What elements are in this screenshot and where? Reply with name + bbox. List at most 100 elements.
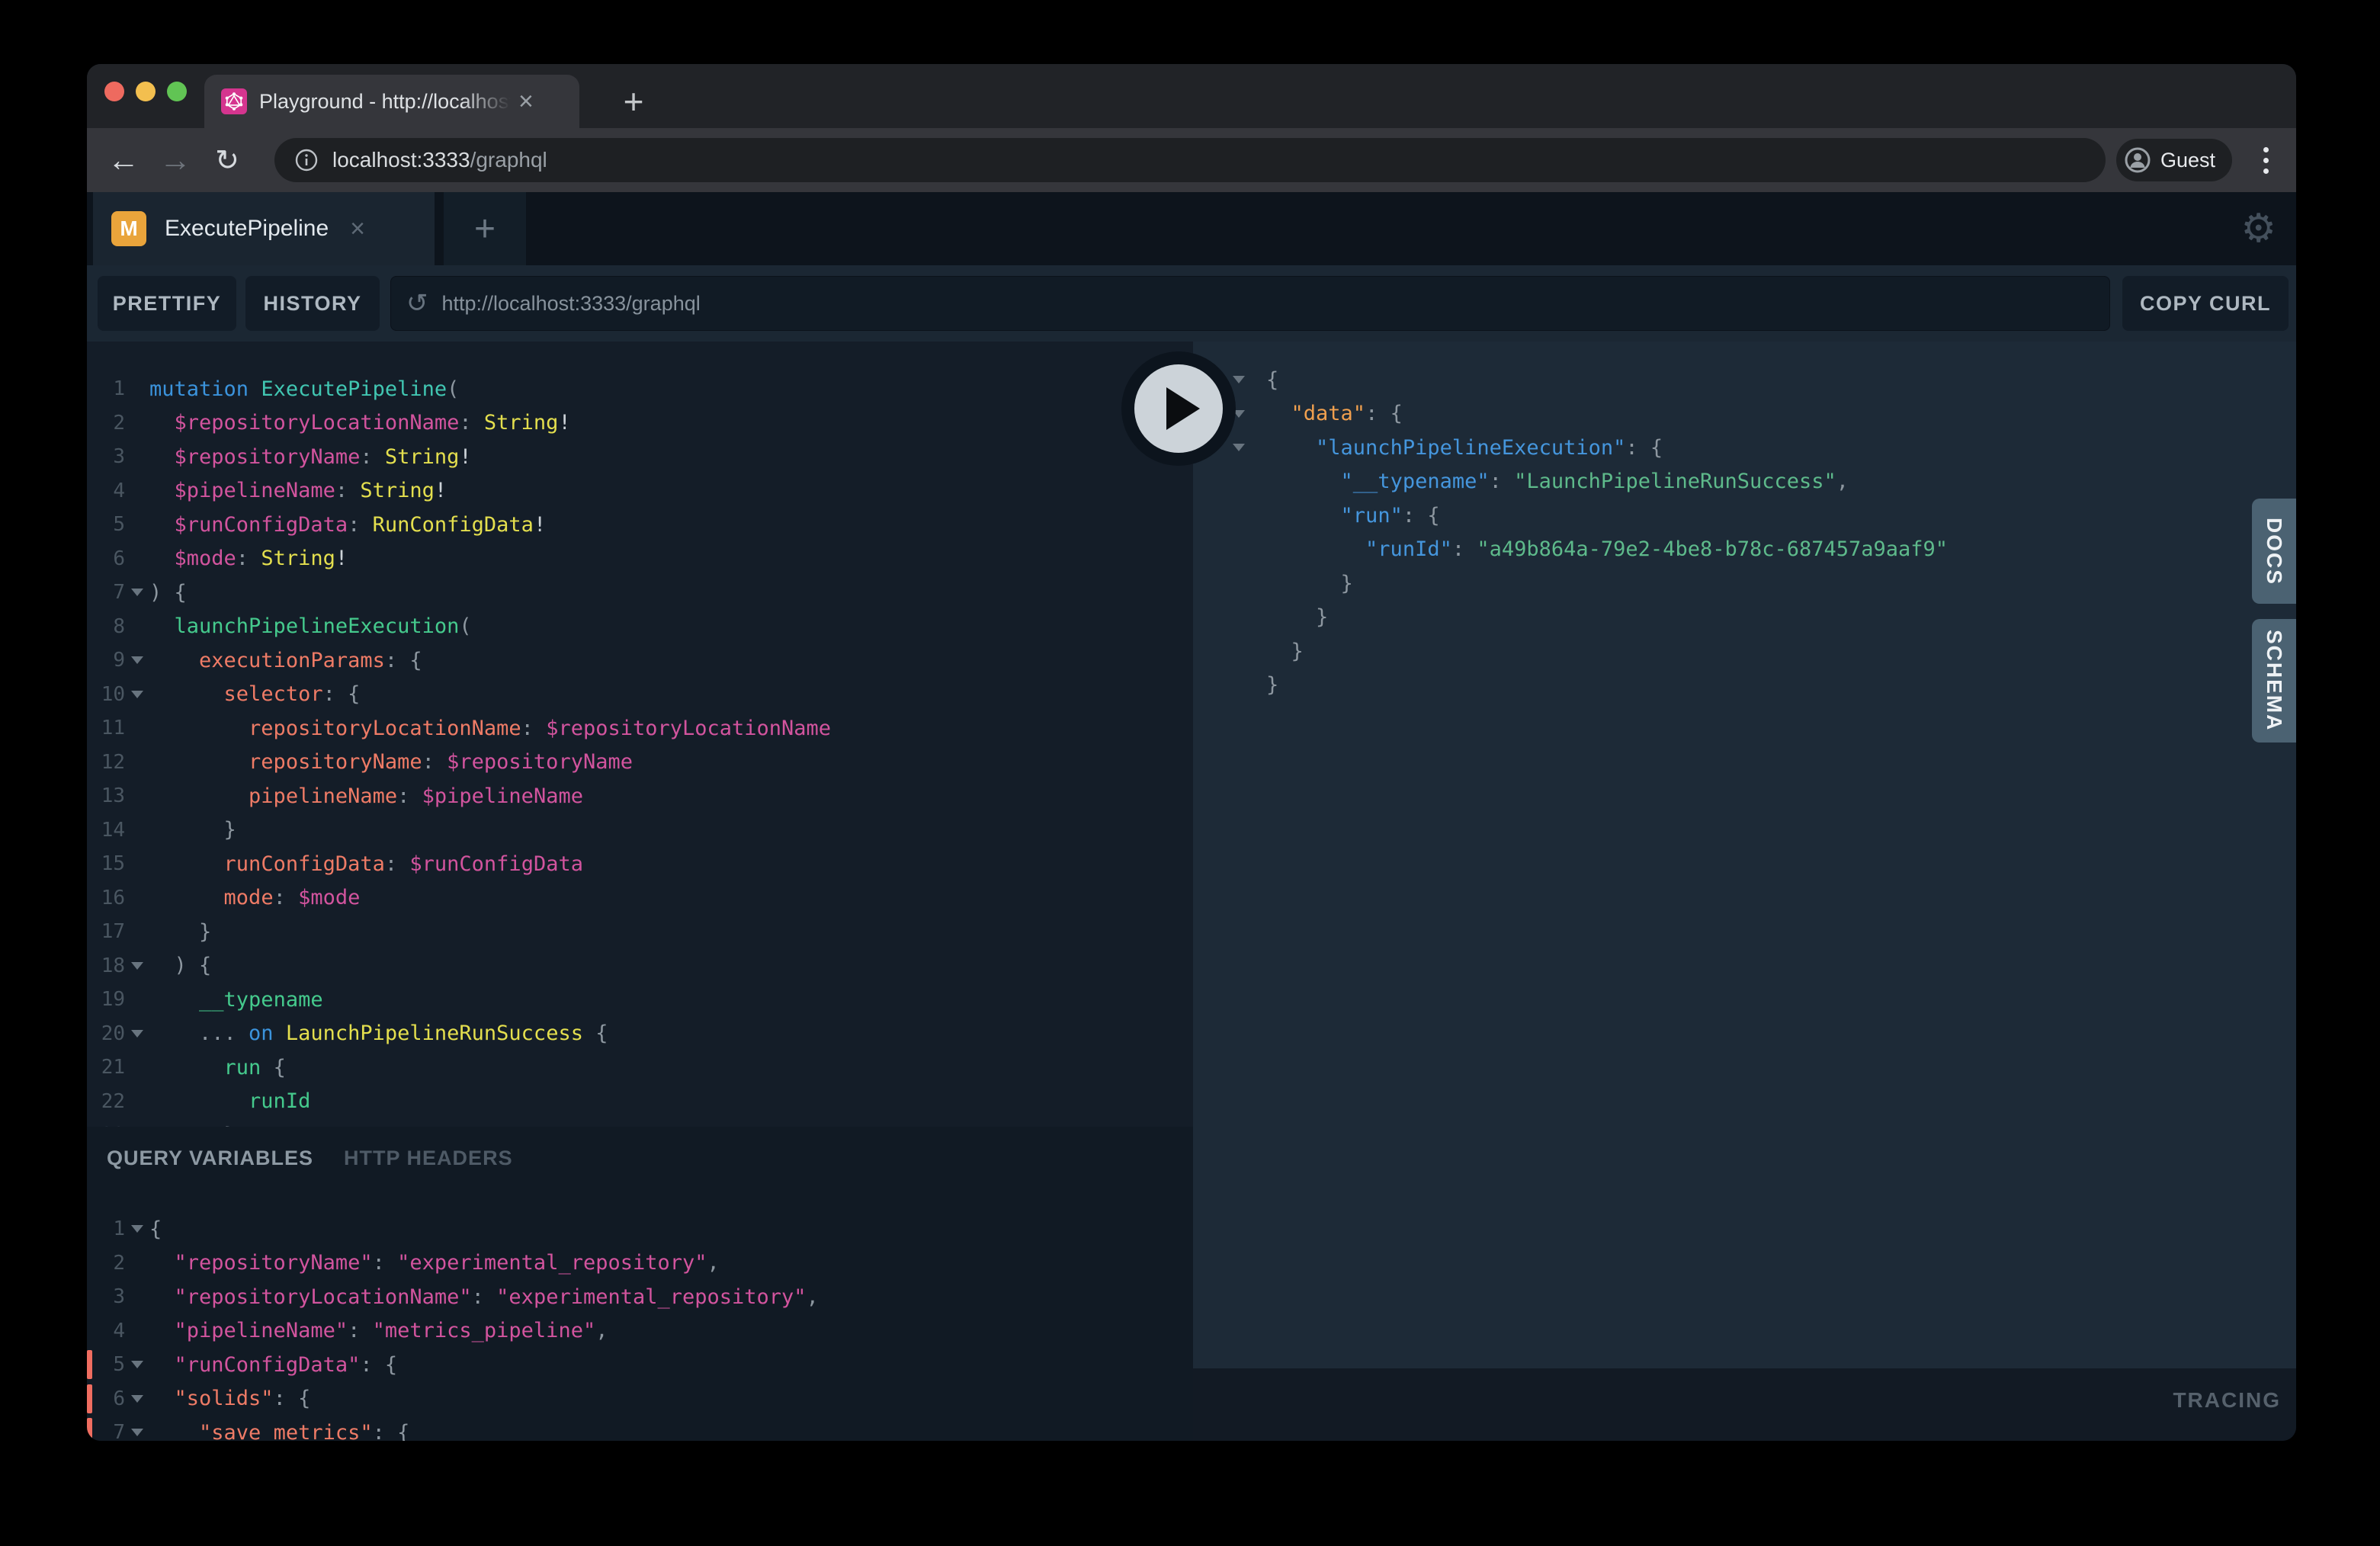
code-line[interactable]: 6 "solids": { — [87, 1382, 1193, 1416]
browser-menu-icon[interactable] — [2249, 128, 2282, 192]
code-line[interactable]: 12 repositoryName: $repositoryName — [87, 746, 1193, 780]
code-line[interactable]: 1{ — [87, 1212, 1193, 1246]
code-line[interactable]: 13 pipelineName: $pipelineName — [87, 779, 1193, 813]
code-text: repositoryLocationName: $repositoryLocat… — [149, 717, 831, 740]
code-line[interactable]: "data": { — [1193, 397, 2296, 431]
tracing-toggle[interactable]: TRACING — [2173, 1388, 2281, 1413]
browser-tab[interactable]: Playground - http://localhost:33 × — [204, 75, 579, 128]
line-number: 19 — [87, 988, 125, 1011]
fold-arrow-icon[interactable] — [131, 962, 143, 970]
playground-new-tab-button[interactable]: + — [444, 192, 526, 265]
code-line[interactable]: 2 "repositoryName": "experimental_reposi… — [87, 1246, 1193, 1281]
code-line[interactable]: 10 selector: { — [87, 678, 1193, 712]
code-line[interactable]: 1mutation ExecutePipeline( — [87, 372, 1193, 406]
site-info-icon[interactable] — [294, 148, 319, 172]
browser-toolbar: ← → ↻ localhost:3333/graphql — [87, 128, 2296, 192]
traffic-light-close-button[interactable] — [104, 82, 124, 101]
settings-gear-icon[interactable]: ⚙ — [2240, 192, 2276, 265]
fold-arrow-icon[interactable] — [131, 589, 143, 596]
code-line[interactable]: 20 ... on LaunchPipelineRunSuccess { — [87, 1017, 1193, 1051]
code-text: "repositoryLocationName": "experimental_… — [149, 1285, 819, 1309]
code-line[interactable]: "run": { — [1193, 499, 2296, 533]
code-line[interactable]: } — [1193, 601, 2296, 635]
address-bar[interactable]: localhost:3333/graphql — [274, 138, 2106, 182]
schema-side-tab[interactable]: SCHEMA — [2252, 619, 2296, 743]
code-line[interactable]: 4 $pipelineName: String! — [87, 474, 1193, 508]
code-line[interactable]: 7 "save_metrics": { — [87, 1416, 1193, 1441]
code-text: executionParams: { — [149, 649, 422, 672]
traffic-light-zoom-button[interactable] — [167, 82, 187, 101]
reload-icon[interactable]: ↻ — [206, 128, 249, 192]
query-editor[interactable]: 1mutation ExecutePipeline(2 $repositoryL… — [87, 342, 1193, 1127]
docs-side-tab[interactable]: DOCS — [2252, 499, 2296, 604]
code-text: launchPipelineExecution( — [149, 614, 472, 638]
reset-endpoint-icon[interactable]: ↺ — [406, 288, 428, 319]
code-line[interactable]: 7) { — [87, 576, 1193, 610]
fold-arrow-icon[interactable] — [131, 691, 143, 698]
fold-arrow-icon[interactable] — [1233, 376, 1245, 383]
code-line[interactable]: 11 repositoryLocationName: $repositoryLo… — [87, 711, 1193, 746]
back-icon[interactable]: ← — [102, 128, 145, 192]
code-line[interactable]: 9 executionParams: { — [87, 643, 1193, 678]
code-line[interactable]: } — [1193, 566, 2296, 601]
traffic-light-minimize-button[interactable] — [136, 82, 156, 101]
response-viewer[interactable]: { "data": { "launchPipelineExecution": {… — [1193, 342, 2296, 1368]
code-line[interactable]: } — [1193, 669, 2296, 703]
profile-name: Guest — [2160, 149, 2215, 172]
playground-tab-close-icon[interactable]: × — [350, 214, 365, 244]
code-line[interactable]: 23 } — [87, 1118, 1193, 1127]
tab-close-icon[interactable]: × — [518, 88, 534, 114]
fold-arrow-icon[interactable] — [131, 1429, 143, 1436]
code-line[interactable]: 5 "runConfigData": { — [87, 1348, 1193, 1382]
code-line[interactable]: 21 run { — [87, 1050, 1193, 1085]
code-line[interactable]: 15 runConfigData: $runConfigData — [87, 847, 1193, 881]
code-text: selector: { — [149, 682, 360, 706]
code-line[interactable]: "launchPipelineExecution": { — [1193, 431, 2296, 465]
url-host: localhost:3333 — [332, 148, 470, 172]
url-text: localhost:3333/graphql — [332, 148, 547, 172]
variables-editor[interactable]: 1{2 "repositoryName": "experimental_repo… — [87, 1212, 1193, 1441]
new-tab-button[interactable]: + — [599, 75, 668, 128]
code-line[interactable]: 4 "pipelineName": "metrics_pipeline", — [87, 1314, 1193, 1349]
code-line[interactable]: } — [1193, 634, 2296, 669]
code-text: "runId": "a49b864a-79e2-4be8-b78c-687457… — [1266, 537, 1948, 561]
code-line[interactable]: 18 ) { — [87, 949, 1193, 983]
fold-arrow-icon[interactable] — [131, 1361, 143, 1368]
line-number: 15 — [87, 852, 125, 875]
fold-arrow-icon[interactable] — [131, 1225, 143, 1233]
avatar-icon — [2124, 146, 2151, 174]
profile-button[interactable]: Guest — [2116, 139, 2232, 181]
code-line[interactable]: 3 "repositoryLocationName": "experimenta… — [87, 1280, 1193, 1314]
line-number: 4 — [87, 1320, 125, 1342]
execute-button[interactable] — [1121, 351, 1236, 466]
code-text: } — [1266, 605, 1328, 629]
fold-arrow-icon[interactable] — [1233, 444, 1245, 451]
playground-tab-executepipeline[interactable]: M ExecutePipeline × — [93, 192, 435, 265]
code-line[interactable]: "__typename": "LaunchPipelineRunSuccess"… — [1193, 465, 2296, 499]
code-line[interactable]: 3 $repositoryName: String! — [87, 440, 1193, 474]
endpoint-input[interactable]: ↺ http://localhost:3333/graphql — [390, 276, 2110, 331]
tab-query-variables[interactable]: QUERY VARIABLES — [107, 1147, 313, 1170]
code-line[interactable]: 17 } — [87, 915, 1193, 949]
copy-curl-button[interactable]: COPY CURL — [2122, 276, 2289, 331]
history-button[interactable]: HISTORY — [245, 276, 380, 331]
tab-http-headers[interactable]: HTTP HEADERS — [344, 1147, 513, 1170]
forward-icon[interactable]: → — [154, 128, 197, 192]
code-line[interactable]: 8 launchPipelineExecution( — [87, 610, 1193, 644]
code-line[interactable]: 16 mode: $mode — [87, 881, 1193, 916]
code-line[interactable]: 19 __typename — [87, 983, 1193, 1017]
code-text: } — [1266, 673, 1278, 697]
code-line[interactable]: 6 $mode: String! — [87, 542, 1193, 576]
prettify-button[interactable]: PRETTIFY — [98, 276, 236, 331]
fold-arrow-icon[interactable] — [131, 656, 143, 664]
code-line[interactable]: 2 $repositoryLocationName: String! — [87, 406, 1193, 441]
code-text: } — [149, 920, 211, 944]
fold-arrow-icon[interactable] — [131, 1395, 143, 1403]
line-number: 7 — [87, 1421, 125, 1441]
code-line[interactable]: 22 runId — [87, 1085, 1193, 1119]
code-line[interactable]: 14 } — [87, 813, 1193, 848]
fold-arrow-icon[interactable] — [131, 1030, 143, 1038]
code-line[interactable]: { — [1193, 363, 2296, 397]
code-line[interactable]: 5 $runConfigData: RunConfigData! — [87, 508, 1193, 542]
code-line[interactable]: "runId": "a49b864a-79e2-4be8-b78c-687457… — [1193, 533, 2296, 567]
